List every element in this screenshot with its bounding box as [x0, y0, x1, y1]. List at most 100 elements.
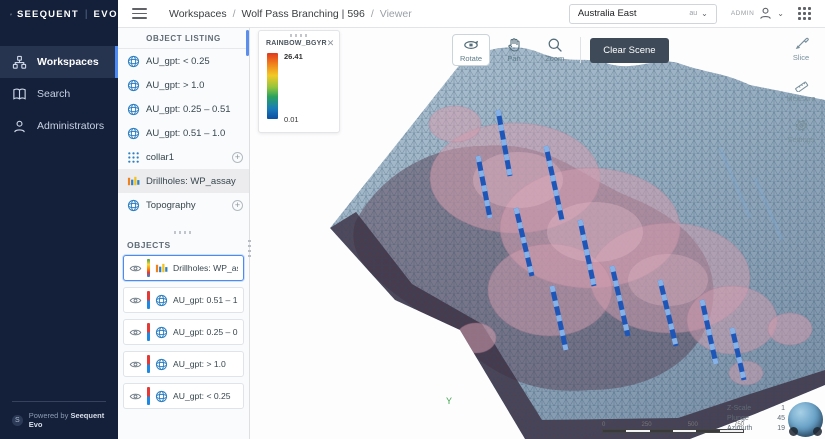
brand-name: SEEQUENT	[17, 9, 79, 20]
scale-bar-segments	[602, 429, 744, 433]
scene-object-label: Drillholes: WP_assay	[173, 263, 238, 273]
brand-product: EVO	[93, 9, 118, 20]
view-status: Z-Scale1 Plunge45 Azimuth19	[727, 404, 785, 434]
colorbar-title: RAINBOW_BGYR	[266, 40, 327, 47]
visibility-icon[interactable]	[129, 390, 142, 403]
scene-object-au-gt-10[interactable]: AU_gpt: > 1.0	[123, 351, 244, 377]
colorbar-max-value: 26.41	[284, 52, 303, 61]
slice-label: Slice	[793, 53, 809, 62]
region-value: Australia East	[578, 8, 690, 19]
right-tool-rail: Slice Measure Settings	[782, 36, 820, 144]
zoom-button[interactable]: Zoom	[538, 35, 571, 65]
list-item-au-051-10[interactable]: AU_gpt: 0.51 – 1.0	[118, 121, 249, 145]
list-item-au-lt-025[interactable]: AU_gpt: < 0.25	[118, 49, 249, 73]
scene-object-label: AU_gpt: > 1.0	[173, 359, 226, 369]
list-item-topography[interactable]: Topography +	[118, 193, 249, 217]
sidebar-footer: S Powered by Seequent Evo	[0, 401, 118, 429]
search-book-icon	[12, 87, 27, 102]
rotate-label: Rotate	[460, 54, 482, 63]
sidebar-item-search[interactable]: Search	[0, 78, 118, 110]
region-code: au	[689, 10, 697, 17]
list-item-drillholes[interactable]: Drillholes: WP_assay	[118, 169, 249, 193]
drillhole-bars-icon	[127, 175, 140, 188]
slice-icon	[794, 36, 809, 51]
z-scale-label: Z-Scale	[727, 404, 751, 414]
list-item-label: AU_gpt: 0.51 – 1.0	[146, 128, 243, 139]
breadcrumb-workspaces[interactable]: Workspaces	[169, 8, 227, 20]
user-menu[interactable]: ADMIN ⌄	[731, 6, 784, 21]
mesh-sphere-icon	[155, 326, 168, 339]
scene-object-au-lt-025[interactable]: AU_gpt: < 0.25	[123, 383, 244, 409]
object-panel: OBJECT LISTING AU_gpt: < 0.25 AU_gpt: > …	[118, 28, 250, 439]
legend-strip	[147, 387, 150, 405]
viewport-3d[interactable]: RAINBOW_BGYR ✕ 26.41 0.01 Rotate Pa	[250, 28, 825, 439]
visibility-icon[interactable]	[129, 358, 142, 371]
scale-tick: 500	[688, 422, 698, 428]
orientation-ball[interactable]	[788, 402, 823, 437]
breadcrumb-workspace-name[interactable]: Wolf Pass Branching | 596	[242, 8, 365, 20]
mesh-sphere-icon	[127, 127, 140, 140]
mesh-sphere-icon	[155, 294, 168, 307]
drillhole-bars-icon	[155, 262, 168, 275]
pan-hand-icon	[506, 37, 522, 53]
app-window: SEEQUENT | EVO Workspaces Search	[0, 0, 825, 439]
panel-resize-handle[interactable]	[174, 231, 194, 234]
brand-logo: SEEQUENT | EVO	[0, 0, 118, 28]
chevron-down-icon: ⌄	[777, 9, 784, 18]
apps-grid-icon[interactable]	[798, 7, 811, 20]
administrators-icon	[12, 119, 27, 134]
colorbar-panel[interactable]: RAINBOW_BGYR ✕ 26.41 0.01	[258, 30, 340, 133]
region-select[interactable]: Australia East au ⌄	[569, 4, 717, 24]
add-to-scene-icon[interactable]: +	[232, 200, 243, 211]
visibility-icon[interactable]	[129, 262, 142, 275]
plunge-value: 45	[777, 414, 785, 424]
brand-divider: |	[85, 9, 88, 20]
measure-button[interactable]: Measure	[782, 77, 820, 103]
sidebar-item-workspaces[interactable]: Workspaces	[0, 46, 118, 78]
azimuth-label: Azimuth	[727, 424, 752, 434]
seequent-footer-icon: S	[12, 415, 23, 426]
scene-object-drillholes[interactable]: Drillholes: WP_assay	[123, 255, 244, 281]
list-item-au-gt-10[interactable]: AU_gpt: > 1.0	[118, 73, 249, 97]
pan-button[interactable]: Pan	[499, 35, 529, 65]
rotate-button[interactable]: Rotate	[452, 34, 490, 66]
user-label: ADMIN	[731, 10, 754, 17]
add-to-scene-icon[interactable]: +	[232, 152, 243, 163]
list-item-collar1[interactable]: collar1 +	[118, 145, 249, 169]
drag-handle-icon[interactable]	[290, 34, 308, 37]
workspaces-icon	[12, 55, 27, 70]
viewer-toolbar: Rotate Pan Zoom Clear Scene	[452, 34, 669, 66]
scene-object-au-051-10[interactable]: AU_gpt: 0.51 – 1.0	[123, 287, 244, 313]
scrollbar-thumb[interactable]	[246, 30, 249, 56]
sidebar-item-administrators[interactable]: Administrators	[0, 110, 118, 142]
breadcrumb-viewer: Viewer	[380, 8, 412, 20]
sidebar-item-label: Search	[37, 88, 70, 100]
scale-tick: 0	[602, 422, 605, 428]
scene-object-au-025-051[interactable]: AU_gpt: 0.25 – 0.51	[123, 319, 244, 345]
panel-width-handle[interactable]	[248, 240, 251, 260]
visibility-icon[interactable]	[129, 294, 142, 307]
plunge-label: Plunge	[727, 414, 749, 424]
object-listing-header: OBJECT LISTING	[118, 28, 249, 49]
top-bar: Workspaces / Wolf Pass Branching | 596 /…	[118, 0, 825, 28]
list-item-au-025-051[interactable]: AU_gpt: 0.25 – 0.51	[118, 97, 249, 121]
settings-button[interactable]: Settings	[782, 118, 820, 144]
mesh-sphere-icon	[155, 390, 168, 403]
measure-ruler-icon	[794, 77, 809, 92]
scale-bar: 0 250 500 750	[602, 422, 744, 433]
rotate-icon	[463, 37, 479, 53]
sidebar: SEEQUENT | EVO Workspaces Search	[0, 0, 118, 439]
close-icon[interactable]: ✕	[327, 39, 335, 47]
clear-scene-button[interactable]: Clear Scene	[590, 38, 668, 63]
menu-icon[interactable]	[132, 8, 147, 19]
scene-object-label: AU_gpt: 0.51 – 1.0	[173, 295, 238, 305]
colorbar-gradient	[267, 53, 278, 119]
scale-tick: 250	[642, 422, 652, 428]
legend-strip	[147, 291, 150, 309]
visibility-icon[interactable]	[129, 326, 142, 339]
list-item-label: collar1	[146, 152, 226, 163]
breadcrumb-separator: /	[233, 8, 236, 20]
list-item-label: AU_gpt: > 1.0	[146, 80, 243, 91]
list-item-label: AU_gpt: < 0.25	[146, 56, 243, 67]
slice-button[interactable]: Slice	[782, 36, 820, 62]
